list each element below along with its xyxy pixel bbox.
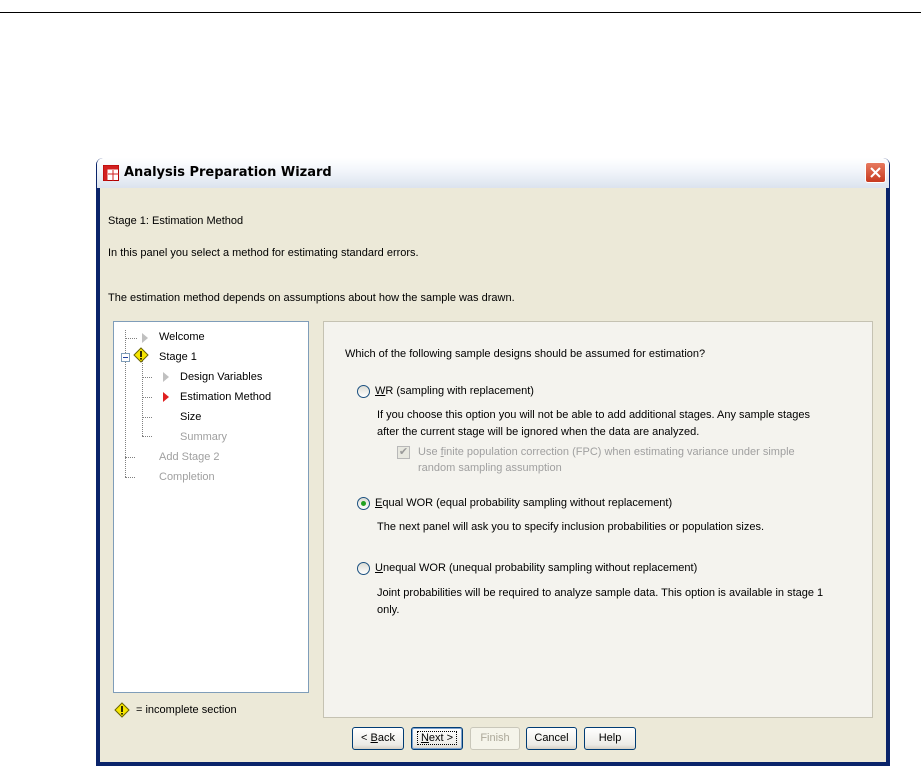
- help-button[interactable]: Help: [584, 727, 636, 750]
- fpc-label: Use finite population correction (FPC) w…: [418, 446, 795, 458]
- equal-wor-description: The next panel will ask you to specify i…: [377, 521, 765, 533]
- question-text: Which of the following sample designs sh…: [345, 348, 706, 360]
- title-bar[interactable]: Analysis Preparation Wizard: [97, 158, 889, 188]
- step-tree[interactable]: Welcome Stage 1 Design Variables Estimat…: [113, 321, 309, 693]
- tree-connector: [142, 436, 152, 437]
- triangle-icon: [142, 333, 148, 343]
- equal-wor-label[interactable]: Equal WOR (equal probability sampling wi…: [375, 497, 672, 509]
- back-button[interactable]: < Back: [352, 727, 404, 750]
- intro-text: In this panel you select a method for es…: [108, 247, 419, 259]
- close-button[interactable]: [865, 162, 886, 183]
- tree-connector: [125, 457, 135, 458]
- finish-button[interactable]: Finish: [470, 727, 520, 750]
- estimation-panel: Which of the following sample designs sh…: [323, 321, 873, 718]
- equal-wor-radio[interactable]: [357, 497, 370, 510]
- unequal-wor-radio[interactable]: [357, 562, 370, 575]
- cancel-button[interactable]: Cancel: [526, 727, 577, 750]
- tree-connector: [125, 477, 135, 478]
- close-icon: [870, 167, 881, 178]
- top-rule: [0, 12, 921, 13]
- tree-connector: [125, 359, 126, 477]
- collapse-icon[interactable]: [121, 353, 130, 362]
- next-button[interactable]: Next >: [411, 727, 463, 750]
- tree-connector: [142, 356, 143, 436]
- triangle-icon: [163, 372, 169, 382]
- warning-diamond-icon: [114, 702, 130, 718]
- window-title: Analysis Preparation Wizard: [124, 165, 332, 180]
- assumption-note: The estimation method depends on assumpt…: [108, 292, 515, 304]
- unequal-wor-description: only.: [377, 604, 400, 616]
- fpc-checkbox[interactable]: ✔: [397, 446, 410, 459]
- wr-label[interactable]: WR (sampling with replacement): [375, 385, 534, 397]
- wr-description: after the current stage will be ignored …: [377, 426, 700, 438]
- wizard-window: Analysis Preparation Wizard Stage 1: Est…: [96, 158, 890, 766]
- unequal-wor-label[interactable]: Unequal WOR (unequal probability samplin…: [375, 562, 697, 574]
- fpc-label: random sampling assumption: [418, 462, 562, 474]
- warning-diamond-icon: [133, 347, 149, 363]
- current-step-triangle-icon: [163, 392, 169, 402]
- wr-description: If you choose this option you will not b…: [377, 409, 810, 421]
- stage-title: Stage 1: Estimation Method: [108, 215, 244, 227]
- unequal-wor-description: Joint probabilities will be required to …: [377, 587, 824, 599]
- tree-connector: [125, 338, 137, 339]
- tree-connector: [142, 397, 152, 398]
- wr-radio[interactable]: [357, 385, 370, 398]
- tree-connector: [142, 417, 152, 418]
- tree-connector: [142, 377, 152, 378]
- wizard-client: Stage 1: Estimation Method In this panel…: [100, 188, 886, 762]
- legend-text: = incomplete section: [136, 704, 237, 716]
- spreadsheet-icon: [103, 165, 119, 181]
